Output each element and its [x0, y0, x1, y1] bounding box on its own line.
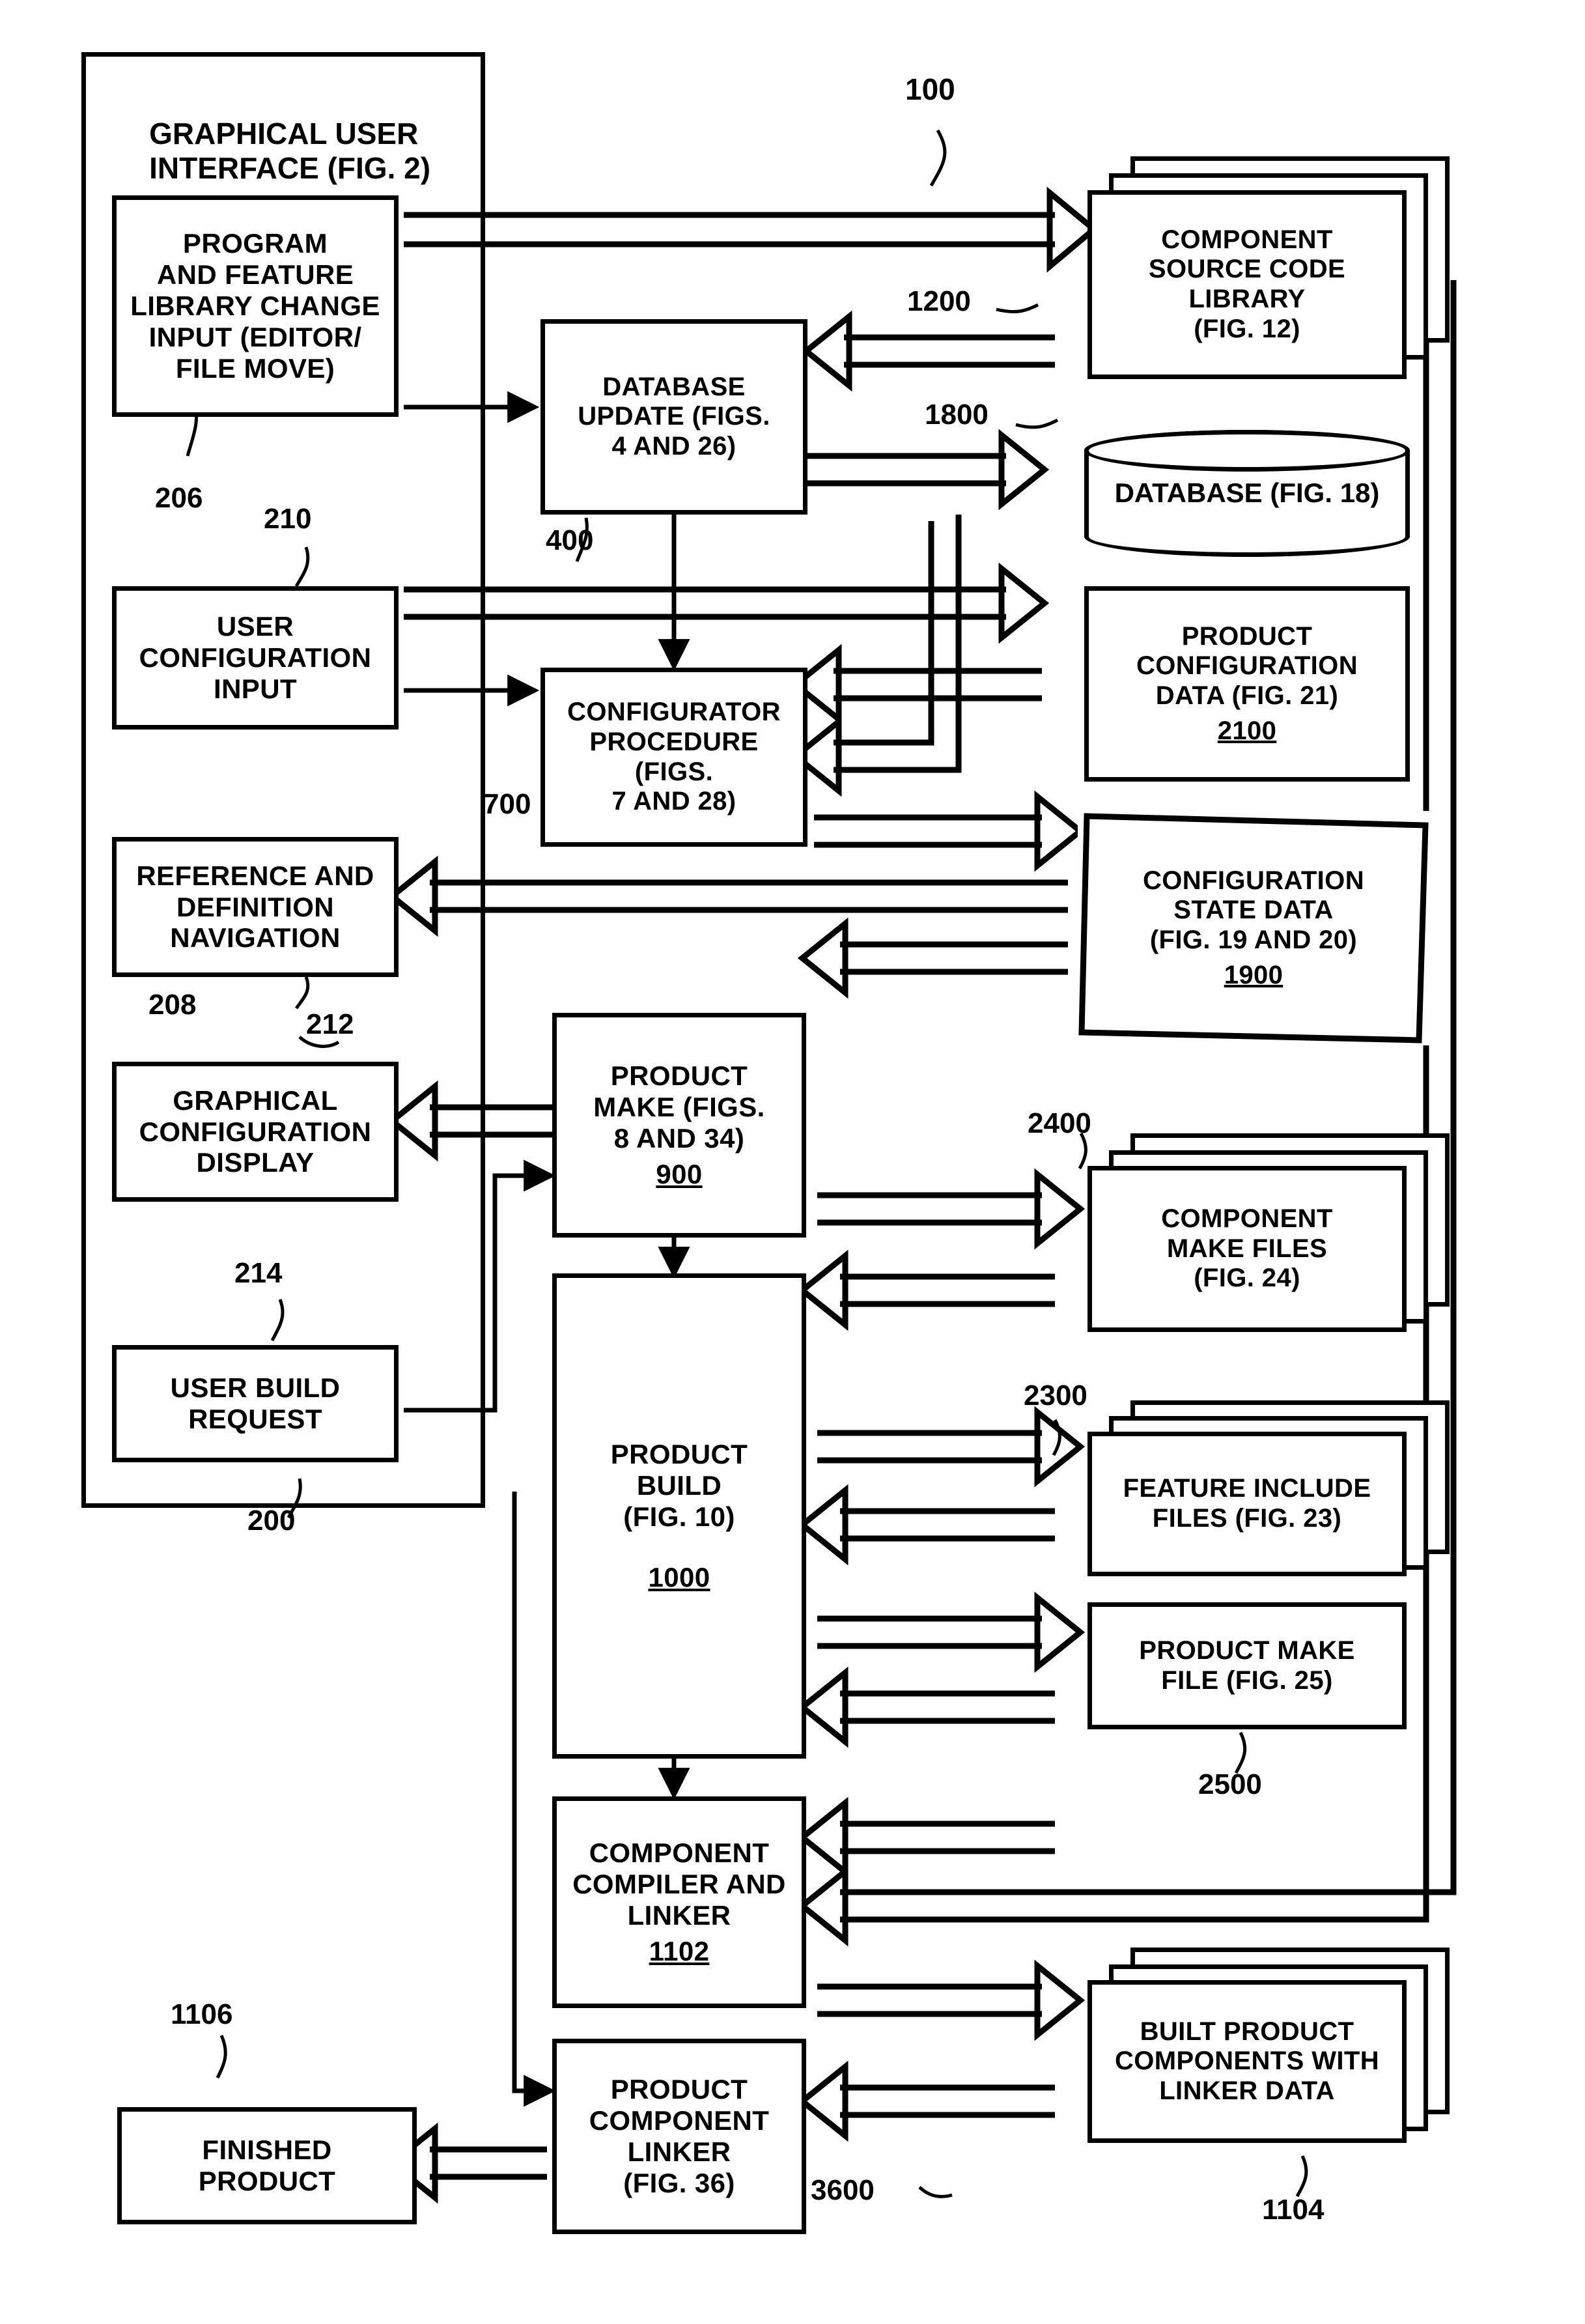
program-and-feature-library-change-input-box[interactable]: PROGRAM AND FEATURE LIBRARY CHANGE INPUT… [112, 195, 399, 417]
ref-label-1106: 1106 [171, 1998, 233, 2030]
ref-label-2400: 2400 [1028, 1107, 1091, 1139]
component-compiler-and-linker-box[interactable]: COMPONENT COMPILER AND LINKER 1102 [552, 1796, 806, 2008]
database-update-box[interactable]: DATABASE UPDATE (FIGS. 4 AND 26) [540, 319, 807, 515]
configurator-procedure-box[interactable]: CONFIGURATOR PROCEDURE (FIGS. 7 AND 28) [540, 668, 807, 847]
database-cylinder[interactable]: DATABASE (FIG. 18) [1084, 430, 1410, 557]
configuration-state-data-box[interactable]: CONFIGURATION STATE DATA (FIG. 19 AND 20… [1078, 811, 1429, 1045]
product-make-box[interactable]: PRODUCT MAKE (FIGS. 8 AND 34) 900 [552, 1013, 806, 1238]
component-make-files-box[interactable]: COMPONENT MAKE FILES (FIG. 24) [1087, 1166, 1407, 1332]
ref-label-210: 210 [264, 503, 312, 535]
patent-figure: GRAPHICAL USER INTERFACE (FIG. 2) PROGRA… [0, 0, 1585, 2324]
ref-label-400: 400 [546, 524, 594, 556]
database-label: DATABASE (FIG. 18) [1114, 477, 1380, 509]
ref-label-208: 208 [148, 989, 197, 1021]
ref-label-200: 200 [247, 1505, 296, 1537]
product-make-file-box[interactable]: PRODUCT MAKE FILE (FIG. 25) [1087, 1602, 1407, 1729]
ref-label-2300: 2300 [1024, 1380, 1087, 1411]
ref-label-212: 212 [306, 1008, 354, 1040]
cylinder-top-cap [1084, 430, 1410, 472]
gui-panel-title: GRAPHICAL USER INTERFACE (FIG. 2) [149, 116, 431, 185]
ref-label-3600: 3600 [811, 2174, 875, 2206]
ref-label-214: 214 [234, 1257, 283, 1289]
ref-label-2500: 2500 [1198, 1768, 1262, 1800]
product-build-box[interactable]: PRODUCT BUILD (FIG. 10) 1000 [552, 1273, 806, 1759]
ref-label-1800: 1800 [925, 399, 989, 431]
graphical-configuration-display-box[interactable]: GRAPHICAL CONFIGURATION DISPLAY [112, 1062, 399, 1202]
user-configuration-input-box[interactable]: USER CONFIGURATION INPUT [112, 586, 399, 730]
ref-label-700: 700 [483, 788, 531, 820]
built-product-components-box[interactable]: BUILT PRODUCT COMPONENTS WITH LINKER DAT… [1087, 1980, 1407, 2143]
ref-label-100: 100 [905, 72, 955, 106]
component-source-code-library-box[interactable]: COMPONENT SOURCE CODE LIBRARY (FIG. 12) [1087, 190, 1407, 379]
feature-include-files-box[interactable]: FEATURE INCLUDE FILES (FIG. 23) [1087, 1432, 1407, 1576]
finished-product-box[interactable]: FINISHED PRODUCT [117, 2107, 417, 2224]
ref-label-206: 206 [155, 482, 203, 514]
product-configuration-data-box[interactable]: PRODUCT CONFIGURATION DATA (FIG. 21) 210… [1084, 586, 1410, 782]
reference-and-definition-navigation-box[interactable]: REFERENCE AND DEFINITION NAVIGATION [112, 837, 399, 977]
ref-label-1104: 1104 [1262, 2194, 1325, 2226]
user-build-request-box[interactable]: USER BUILD REQUEST [112, 1345, 399, 1462]
product-component-linker-box[interactable]: PRODUCT COMPONENT LINKER (FIG. 36) [552, 2039, 806, 2234]
ref-label-1200: 1200 [907, 285, 971, 317]
